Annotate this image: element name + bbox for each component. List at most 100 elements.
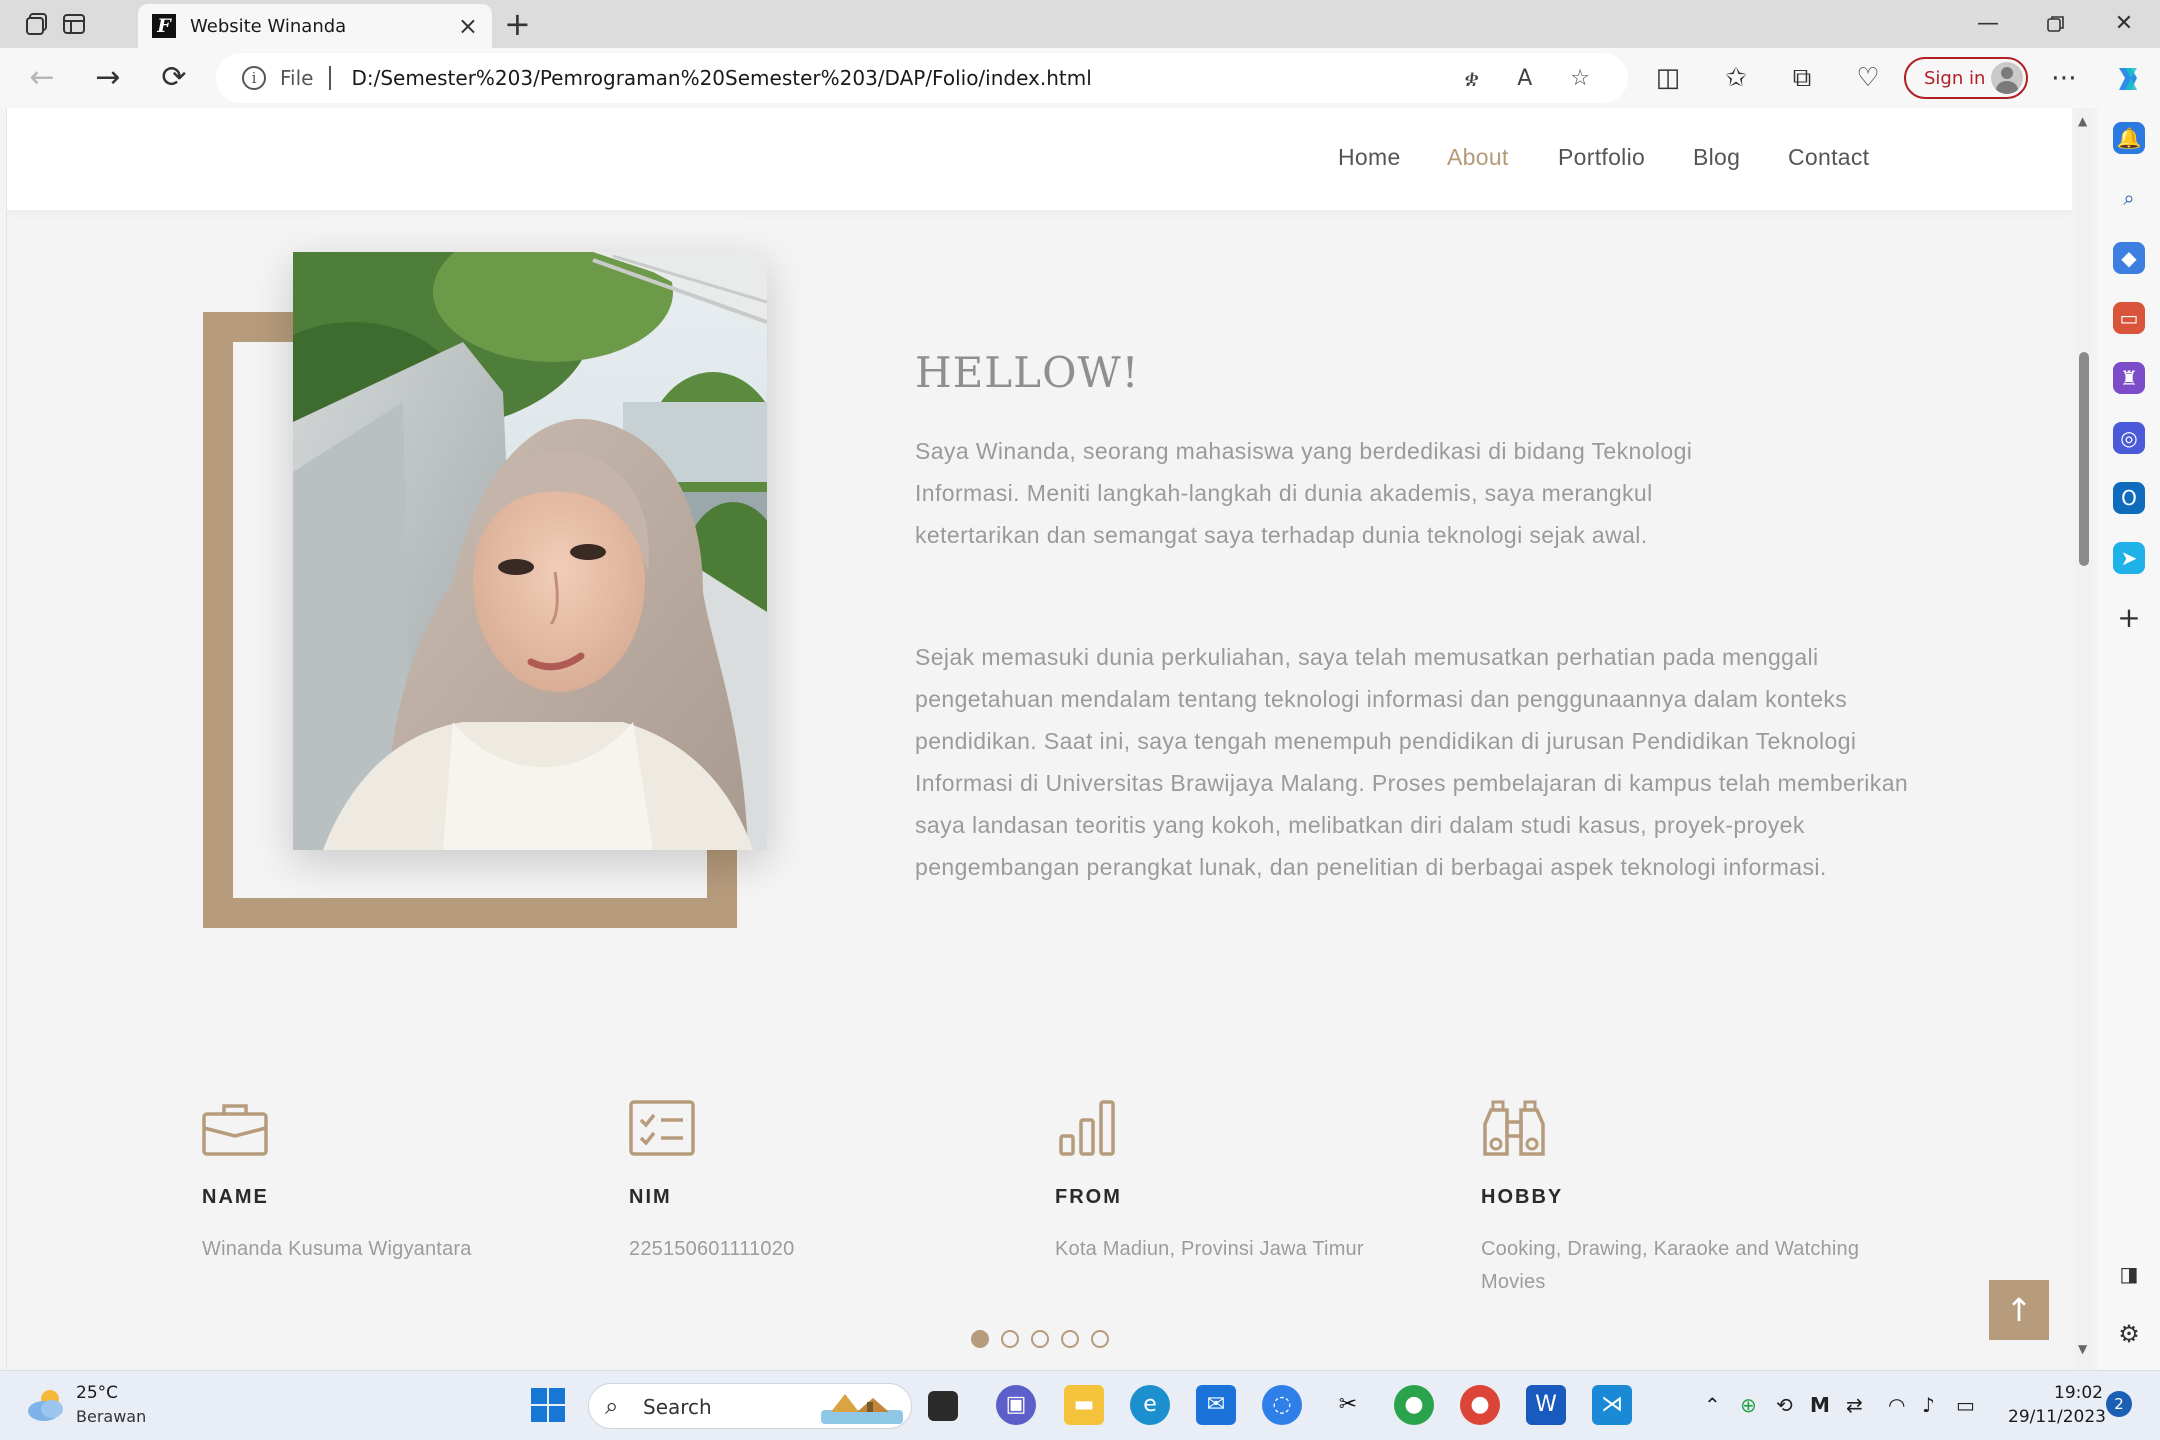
vscode-icon[interactable]: ⋊ xyxy=(1592,1385,1632,1425)
refresh-icon[interactable]: ⟳ xyxy=(152,58,196,98)
outlook-icon[interactable]: O xyxy=(2113,482,2145,514)
forward-icon[interactable]: → xyxy=(86,58,130,98)
battery-icon[interactable]: ▭ xyxy=(1956,1393,1975,1417)
carousel-dot-3[interactable] xyxy=(1031,1330,1049,1348)
minimize-icon[interactable]: — xyxy=(1958,4,2018,44)
file-explorer-icon[interactable]: ▬ xyxy=(1064,1385,1104,1425)
nav-about[interactable]: About xyxy=(1447,144,1509,171)
nav-home[interactable]: Home xyxy=(1338,144,1401,171)
tools-icon[interactable]: ▭ xyxy=(2113,302,2145,334)
back-icon[interactable]: ← xyxy=(20,58,64,98)
search-icon: ⌕ xyxy=(605,1392,619,1420)
tab-close-icon[interactable]: × xyxy=(458,12,478,40)
word-icon[interactable]: W xyxy=(1526,1385,1566,1425)
weather-temperature: 25°C xyxy=(76,1383,119,1403)
split-screen-icon[interactable]: ◫ xyxy=(1650,62,1686,94)
tab-bar: F Website Winanda × + — ✕ xyxy=(0,0,2160,48)
info-value: Kota Madiun, Provinsi Jawa Timur xyxy=(1055,1238,1364,1260)
carousel-dot-4[interactable] xyxy=(1061,1330,1079,1348)
tab-actions-icon[interactable] xyxy=(54,8,94,40)
tray-m-icon[interactable]: M xyxy=(1810,1393,1830,1417)
carousel-dot-1[interactable] xyxy=(971,1330,989,1348)
info-value: 225150601111020 xyxy=(629,1238,795,1260)
page-scrollbar[interactable]: ▲ ▼ xyxy=(2074,108,2094,1370)
notifications-bell-icon[interactable]: 🔔 xyxy=(2113,122,2145,154)
carousel-dot-5[interactable] xyxy=(1091,1330,1109,1348)
scroll-down-icon[interactable]: ▼ xyxy=(2078,1342,2087,1356)
browser-toolbar: ← → ⟳ i File D:/Semester%203/Pemrograman… xyxy=(0,48,2160,108)
address-separator xyxy=(329,66,332,90)
about-heading: HELLOW! xyxy=(915,348,1140,397)
notification-badge[interactable]: 2 xyxy=(2106,1391,2132,1417)
checklist-icon xyxy=(629,1100,695,1156)
add-sidebar-app-icon[interactable]: + xyxy=(2113,602,2145,634)
search-icon[interactable]: ⌕ xyxy=(2113,182,2145,214)
windows-taskbar: 25°C Berawan ⌕ Search ▣ ▬ e ✉ ◌ ✂ ● ● W … xyxy=(0,1370,2160,1440)
favorite-star-icon[interactable]: ☆ xyxy=(1570,66,1590,91)
about-paragraph-1: Saya Winanda, seorang mahasiswa yang ber… xyxy=(915,438,1693,548)
favorites-icon[interactable]: ✩ xyxy=(1718,62,1754,94)
tray-app-icon[interactable]: ⊕ xyxy=(1740,1393,1757,1417)
close-window-icon[interactable]: ✕ xyxy=(2094,4,2154,44)
capcut-icon[interactable]: ✂ xyxy=(1328,1385,1368,1425)
sync-icon[interactable]: ⟲ xyxy=(1776,1393,1793,1417)
info-nim: NIM 225150601111020 xyxy=(629,1100,1029,1266)
tray-settings-icon[interactable]: ⇄ xyxy=(1846,1393,1863,1417)
info-hobby: HOBBY Cooking, Drawing, Karaoke and Watc… xyxy=(1481,1100,1881,1299)
binoculars-icon xyxy=(1483,1100,1545,1156)
start-windows-icon[interactable] xyxy=(528,1385,568,1425)
info-label: NAME xyxy=(202,1186,269,1208)
messenger-icon[interactable]: ◌ xyxy=(1262,1385,1302,1425)
back-to-top-button[interactable]: ↑ xyxy=(1989,1280,2049,1340)
drop-send-icon[interactable]: ➤ xyxy=(2113,542,2145,574)
chrome-profile-w-icon[interactable]: ● xyxy=(1394,1385,1434,1425)
wifi-icon[interactable]: ◠ xyxy=(1888,1393,1905,1417)
scroll-thumb[interactable] xyxy=(2079,352,2089,566)
hide-sidebar-icon[interactable]: ◨ xyxy=(2113,1258,2145,1290)
info-name: NAME Winanda Kusuma Wigyantara xyxy=(202,1100,602,1266)
favicon-icon: F xyxy=(152,14,176,38)
address-bar[interactable]: i File D:/Semester%203/Pemrograman%20Sem… xyxy=(216,53,1628,103)
clock-date[interactable]: 29/11/2023 xyxy=(2008,1407,2106,1427)
sign-in-button[interactable]: Sign in xyxy=(1904,57,2028,99)
taskbar-search[interactable]: ⌕ Search xyxy=(588,1383,912,1429)
copilot-icon[interactable] xyxy=(2108,62,2148,94)
chrome-profile-icon[interactable]: ● xyxy=(1460,1385,1500,1425)
briefcase-icon xyxy=(202,1104,268,1156)
more-menu-icon[interactable]: ⋯ xyxy=(2046,62,2082,94)
profile-photo xyxy=(293,252,767,850)
shopping-tag-icon[interactable]: ◆ xyxy=(2113,242,2145,274)
info-label: FROM xyxy=(1055,1186,1122,1208)
nav-portfolio[interactable]: Portfolio xyxy=(1558,144,1645,171)
url-text[interactable]: D:/Semester%203/Pemrograman%20Semester%2… xyxy=(351,66,1464,90)
translate-icon[interactable]: ቋ xyxy=(1464,66,1479,91)
scroll-up-icon[interactable]: ▲ xyxy=(2078,114,2087,128)
games-icon[interactable]: ♜ xyxy=(2113,362,2145,394)
volume-icon[interactable]: ♪ xyxy=(1922,1393,1935,1417)
sidebar-settings-icon[interactable]: ⚙ xyxy=(2113,1318,2145,1350)
info-label: HOBBY xyxy=(1481,1186,1564,1208)
info-label: NIM xyxy=(629,1186,672,1208)
about-paragraph-2: Sejak memasuki dunia perkuliahan, saya t… xyxy=(915,644,1909,880)
browser-essentials-icon[interactable]: ♡ xyxy=(1850,62,1886,94)
edge-browser-icon[interactable]: e xyxy=(1130,1385,1170,1425)
nav-contact[interactable]: Contact xyxy=(1788,144,1869,171)
carousel-dot-2[interactable] xyxy=(1001,1330,1019,1348)
site-info-icon[interactable]: i xyxy=(242,66,266,90)
info-from: FROM Kota Madiun, Provinsi Jawa Timur xyxy=(1055,1100,1455,1266)
collections-icon[interactable]: ⧉ xyxy=(1784,62,1820,94)
microsoft-365-icon[interactable]: ◎ xyxy=(2113,422,2145,454)
nav-blog[interactable]: Blog xyxy=(1693,144,1740,171)
teams-chat-icon[interactable]: ▣ xyxy=(996,1385,1036,1425)
new-tab-icon[interactable]: + xyxy=(504,6,531,42)
workspaces-icon[interactable] xyxy=(18,8,58,40)
show-hidden-icons-icon[interactable]: ⌃ xyxy=(1704,1393,1721,1417)
read-aloud-icon[interactable]: A xyxy=(1517,66,1532,91)
mail-icon[interactable]: ✉ xyxy=(1196,1385,1236,1425)
restore-icon[interactable] xyxy=(2026,4,2086,47)
tab-title: Website Winanda xyxy=(190,15,347,37)
task-view-icon[interactable] xyxy=(928,1391,958,1421)
clock-time[interactable]: 19:02 xyxy=(2054,1383,2103,1403)
tab-active[interactable]: F Website Winanda × xyxy=(138,4,492,48)
profile-avatar-icon xyxy=(1991,62,2023,94)
